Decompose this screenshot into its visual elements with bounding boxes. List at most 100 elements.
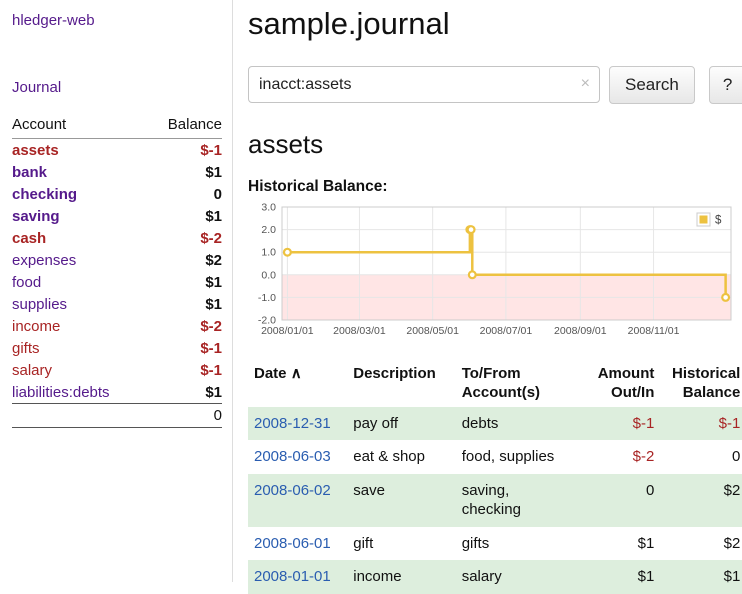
account-row: liabilities:debts $1 [12,381,222,404]
transaction-description: eat & shop [347,440,455,474]
svg-text:2008/07/01: 2008/07/01 [480,325,533,337]
account-row: checking 0 [12,183,222,205]
account-balance: $1 [147,381,222,404]
sort-asc-icon: ∧ [291,365,302,382]
column-header-date-label: Date [254,365,287,382]
svg-text:2008/01/01: 2008/01/01 [261,325,314,337]
account-link[interactable]: salary [12,362,52,379]
sidebar-item-journal[interactable]: Journal [12,79,222,96]
transaction-date-link[interactable]: 2008-06-01 [254,535,331,552]
register-table-body: 2008-12-31pay offdebts$-1$-12008-06-03ea… [248,407,742,594]
account-link[interactable]: bank [12,164,47,181]
column-header-amount[interactable]: Amount Out/In [570,360,660,407]
accounts-table: Account Balance assets $-1 bank $1 checking 0… [12,114,222,428]
account-balance: 0 [147,183,222,205]
account-row: assets $-1 [12,139,222,162]
account-balance: $1 [147,293,222,315]
transaction-description: gift [347,527,455,561]
transaction-date-link[interactable]: 2008-06-03 [254,448,331,465]
svg-text:2008/03/01: 2008/03/01 [333,325,386,337]
account-row: expenses$2 [12,249,222,271]
transaction-amount: $1 [570,527,660,561]
search-input[interactable] [248,66,600,103]
svg-text:1.0: 1.0 [261,246,276,258]
account-row: salary $-1 [12,359,222,381]
svg-text:3.0: 3.0 [261,202,276,214]
account-link[interactable]: gifts [12,340,40,357]
accounts-total-row: 0 [12,404,222,428]
account-row: supplies $1 [12,293,222,315]
register-header-row: Date ∧ Description To/From Account(s) Am… [248,360,742,407]
chart-title: Historical Balance: [248,178,742,196]
account-balance: $-1 [147,337,222,359]
accounts-header-account: Account [12,114,147,139]
svg-text:2.0: 2.0 [261,224,276,236]
transaction-row: 2008-06-02 savesaving, checking0$2 [248,474,742,527]
svg-text:2008/11/01: 2008/11/01 [628,325,680,337]
transaction-row: 2008-06-01 giftgifts$1$2 [248,527,742,561]
transaction-accounts: salary [456,560,571,594]
transaction-date-link[interactable]: 2008-01-01 [254,568,331,585]
account-balance: $-1 [147,139,222,162]
transaction-description: pay off [347,407,455,441]
transaction-amount: $-1 [570,407,660,441]
transaction-amount: 0 [570,474,660,527]
account-balance: $-1 [147,359,222,381]
account-balance: $1 [147,205,222,227]
accounts-header-balance: Balance [147,114,222,139]
svg-text:0.0: 0.0 [261,269,276,281]
account-link[interactable]: food [12,274,41,291]
search-button[interactable]: Search [609,66,695,104]
column-header-accounts[interactable]: To/From Account(s) [456,360,571,407]
transaction-row: 2008-12-31pay offdebts$-1$-1 [248,407,742,441]
brand-link[interactable]: hledger-web [12,12,222,29]
transaction-accounts: debts [456,407,571,441]
main-content: sample.journal × Search ? assets Histori… [233,0,742,582]
transaction-accounts: gifts [456,527,571,561]
account-link[interactable]: liabilities:debts [12,384,110,401]
search-form: × Search ? [248,66,742,104]
accounts-table-body: assets$-1bank$1checking0saving$1cash$-2e… [12,139,222,404]
search-box: × [248,66,600,103]
account-balance: $-2 [147,227,222,249]
account-link[interactable]: cash [12,230,46,247]
account-link[interactable]: income [12,318,60,335]
account-link[interactable]: saving [12,208,60,225]
account-heading: assets [248,129,742,160]
accounts-header-row: Account Balance [12,114,222,139]
page-title: sample.journal [248,6,742,42]
transaction-balance: $1 [660,560,742,594]
transaction-accounts: food, supplies [456,440,571,474]
transaction-balance: $2 [660,527,742,561]
transaction-accounts: saving, checking [456,474,571,527]
account-row: bank $1 [12,161,222,183]
transaction-balance: 0 [660,440,742,474]
account-row: gifts $-1 [12,337,222,359]
transaction-balance: $2 [660,474,742,527]
transaction-date-link[interactable]: 2008-12-31 [254,415,331,432]
transaction-amount: $1 [570,560,660,594]
transaction-description: save [347,474,455,527]
account-link[interactable]: expenses [12,252,76,269]
clear-search-icon[interactable]: × [581,74,590,94]
column-header-description[interactable]: Description [347,360,455,407]
svg-text:$: $ [715,214,722,226]
account-balance: $-2 [147,315,222,337]
account-link[interactable]: supplies [12,296,67,313]
column-header-balance[interactable]: Historical Balance [660,360,742,407]
balance-chart: 3.02.01.00.0-1.0-2.02008/01/012008/03/01… [248,202,735,344]
register-table: Date ∧ Description To/From Account(s) Am… [248,360,742,594]
help-button[interactable]: ? [709,66,742,104]
svg-text:2008/09/01: 2008/09/01 [554,325,607,337]
transaction-description: income [347,560,455,594]
account-link[interactable]: assets [12,142,59,159]
account-row: food$1 [12,271,222,293]
account-link[interactable]: checking [12,186,77,203]
svg-text:2008/05/01: 2008/05/01 [406,325,459,337]
sidebar: hledger-web Journal Account Balance asse… [0,0,233,582]
account-row: saving $1 [12,205,222,227]
transaction-date-link[interactable]: 2008-06-02 [254,482,331,499]
column-header-date[interactable]: Date ∧ [248,360,347,407]
transaction-row: 2008-06-03eat & shopfood, supplies$-20 [248,440,742,474]
account-balance: $1 [147,161,222,183]
